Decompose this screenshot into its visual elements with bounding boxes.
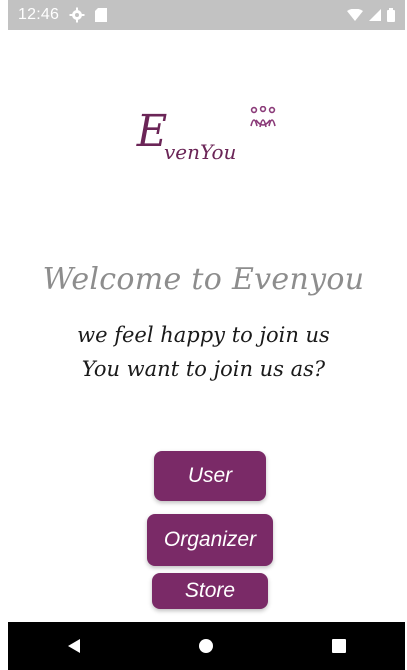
status-time: 12:46 <box>18 6 60 23</box>
back-button[interactable] <box>44 622 104 670</box>
people-icon <box>250 106 276 128</box>
home-icon <box>199 639 214 653</box>
logo-small-text: venYou <box>164 140 237 164</box>
store-button[interactable]: Store <box>152 573 268 609</box>
signal-icon <box>369 9 381 21</box>
app-logo: E venYou <box>130 104 280 174</box>
settings-icon <box>69 7 85 23</box>
status-bar: 12:46 <box>8 0 405 30</box>
status-left: 12:46 <box>18 6 108 24</box>
sd-card-icon <box>95 8 108 22</box>
welcome-line-1: we feel happy to join us <box>77 323 330 347</box>
home-button[interactable] <box>176 622 236 670</box>
user-button[interactable]: User <box>154 451 266 501</box>
organizer-button[interactable]: Organizer <box>147 514 273 566</box>
logo-big-letter: E <box>136 106 168 157</box>
welcome-title: Welcome to Evenyou <box>42 262 365 297</box>
status-right <box>347 8 395 22</box>
back-icon <box>68 639 81 653</box>
recents-icon <box>331 639 346 653</box>
recents-button[interactable] <box>309 622 369 670</box>
welcome-line-2: You want to join us as? <box>81 357 326 381</box>
wifi-icon <box>347 9 363 21</box>
navigation-bar <box>8 622 405 670</box>
battery-icon <box>387 8 395 22</box>
